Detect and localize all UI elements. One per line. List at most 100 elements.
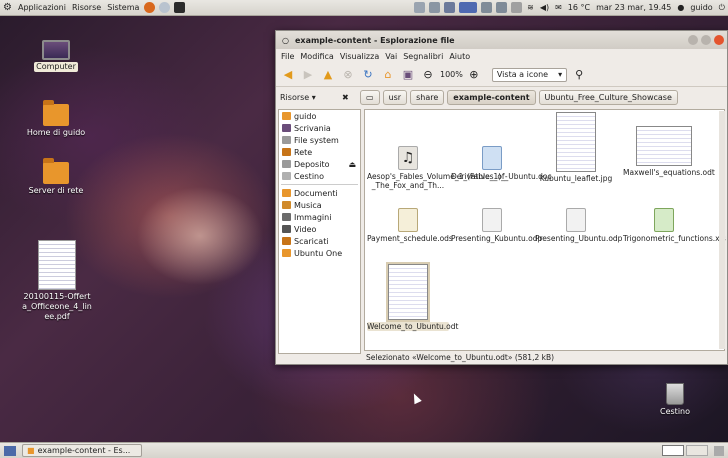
back-arrow-icon[interactable]: ◀ (280, 67, 296, 83)
desktop-icon-pdf[interactable]: 20100115-Offerta_Officeone_4_linee.pdf (20, 240, 94, 322)
trash-icon (282, 172, 291, 180)
computer-icon[interactable]: ▣ (400, 67, 416, 83)
mail-icon[interactable]: ✉ (552, 3, 565, 12)
weather-temperature[interactable]: 16 °C (565, 3, 593, 12)
wifi-icon[interactable]: ≋ (524, 3, 537, 12)
menu-risorse[interactable]: Risorse (69, 3, 104, 12)
search-icon[interactable] (429, 2, 441, 13)
sidebar-item-scrivania[interactable]: Scrivania (279, 122, 360, 134)
file-item[interactable]: Presenting_Kubuntu.odp (451, 208, 542, 243)
menu-aiuto[interactable]: Aiuto (446, 52, 473, 61)
minimize-button[interactable] (688, 35, 698, 45)
menubar: File Modifica Visualizza Vai Segnalibri … (276, 49, 727, 63)
menu-sistema[interactable]: Sistema (104, 3, 142, 12)
firefox-icon[interactable] (144, 2, 156, 13)
file-item[interactable]: Payment_schedule.ods (367, 208, 453, 243)
ubuntu-logo-icon[interactable]: ⚙ (0, 2, 15, 13)
sidebar-item-documenti[interactable]: Documenti (279, 187, 360, 199)
sidebar-item-label: Rete (294, 147, 313, 157)
notes-icon[interactable] (414, 2, 426, 13)
reload-icon[interactable]: ↻ (360, 67, 376, 83)
path-toggle-button[interactable]: ▭ (360, 89, 380, 105)
workspace-icon[interactable] (481, 2, 493, 13)
help-icon[interactable] (159, 2, 171, 13)
desktop-icon-home[interactable]: Home di guido (21, 100, 91, 138)
path-button-example-content[interactable]: example-content (447, 89, 536, 105)
close-sidebar-icon[interactable]: ✖ (342, 93, 360, 102)
desktop-icon-computer[interactable]: Computer (21, 40, 91, 72)
forward-arrow-icon[interactable]: ▶ (300, 67, 316, 83)
desktop-icon-trash[interactable]: Cestino (640, 383, 710, 417)
maximize-button[interactable] (701, 35, 711, 45)
desktop-icon-network[interactable]: Server di rete (21, 158, 91, 196)
path-button-share[interactable]: share (410, 89, 445, 105)
eject-icon[interactable]: ⏏ (348, 160, 356, 169)
home-folder-icon (43, 100, 69, 126)
view-mode-select[interactable]: Vista a icone ▾ (491, 67, 568, 82)
pdf-thumbnail (38, 240, 76, 290)
trash-applet-icon[interactable] (714, 445, 724, 456)
status-text: Selezionato «Welcome_to_Ubuntu.odt» (581… (366, 353, 555, 362)
file-item[interactable]: Trigonometric_functions.xls (623, 208, 726, 243)
sidebar-item-video[interactable]: Video (279, 223, 360, 235)
sidebar-header[interactable]: Risorse ▾ (280, 93, 342, 102)
user-name[interactable]: guido (687, 3, 715, 12)
sidebar-item-rete[interactable]: Rete (279, 146, 360, 158)
file-item[interactable]: Presenting_Ubuntu.odp (535, 208, 623, 243)
up-arrow-icon[interactable]: ▲ (320, 67, 336, 83)
sidebar-item-guido[interactable]: guido (279, 110, 360, 122)
sidebar: guido Scrivania File system Rete Deposit… (278, 109, 361, 354)
workspace-2-button[interactable] (686, 445, 708, 456)
sidebar-item-label: File system (294, 135, 339, 145)
desktop-icon (282, 124, 291, 132)
file-name: Presenting_Ubuntu.odp (535, 234, 623, 243)
menu-segnalibri[interactable]: Segnalibri (400, 52, 446, 61)
file-item-selected[interactable]: Welcome_to_Ubuntu.odt (367, 262, 458, 331)
stop-icon[interactable]: ⊗ (340, 67, 356, 83)
terminal-icon[interactable] (174, 2, 186, 13)
network-manager-icon[interactable] (444, 2, 456, 13)
zoom-in-icon[interactable]: ⊕ (466, 67, 482, 83)
search-icon[interactable]: ⚲ (571, 67, 587, 83)
sidebar-item-immagini[interactable]: Immagini (279, 211, 360, 223)
file-item[interactable]: Maxwell's_equations.odt (623, 126, 715, 177)
taskbar-item-file-manager[interactable]: ■ example-content - Es... (22, 444, 142, 457)
sidebar-header-label: Risorse (280, 92, 310, 102)
sidebar-item-cestino[interactable]: Cestino (279, 170, 360, 182)
path-button-usr[interactable]: usr (382, 89, 408, 105)
volume-icon[interactable]: ◀) (537, 3, 552, 12)
workspace-1-button[interactable] (662, 445, 684, 456)
file-item[interactable]: ♫ Aesop's_Fables_Volume_1_(Fable_1)_-_Th… (367, 146, 508, 190)
downloads-folder-icon (282, 237, 291, 245)
close-button[interactable] (714, 35, 724, 45)
home-icon[interactable]: ⌂ (380, 67, 396, 83)
menu-applicazioni[interactable]: Applicazioni (15, 3, 69, 12)
sidebar-item-scaricati[interactable]: Scaricati (279, 235, 360, 247)
pictures-folder-icon (282, 213, 291, 221)
power-icon[interactable]: ⏻ (716, 3, 728, 13)
path-button-ubuntu-free-culture-showcase[interactable]: Ubuntu_Free_Culture_Showcase (538, 89, 678, 105)
display-icon[interactable] (459, 2, 478, 13)
menu-modifica[interactable]: Modifica (297, 52, 336, 61)
zoom-out-icon[interactable]: ⊖ (420, 67, 436, 83)
clock[interactable]: mar 23 mar, 19.45 (593, 3, 674, 12)
window-titlebar[interactable]: ○ example-content - Esplorazione file (276, 31, 727, 49)
file-item[interactable]: Derivatives_of_Ubuntu.doc (451, 146, 552, 181)
sidebar-item-deposito[interactable]: Deposito ⏏ (279, 158, 360, 170)
workspace-2-icon[interactable] (496, 2, 508, 13)
menu-vai[interactable]: Vai (382, 52, 400, 61)
file-name: Payment_schedule.ods (367, 234, 453, 243)
sidebar-item-ubuntu-one[interactable]: Ubuntu One (279, 247, 360, 259)
user-icon[interactable]: ● (674, 3, 687, 12)
file-name: Trigonometric_functions.xls (623, 234, 726, 243)
sidebar-item-label: Scrivania (294, 123, 331, 133)
sidebar-item-filesystem[interactable]: File system (279, 134, 360, 146)
vertical-scrollbar[interactable] (719, 111, 725, 349)
file-item[interactable]: Kubuntu_leaflet.jpg (535, 112, 617, 183)
sidebar-item-musica[interactable]: Musica (279, 199, 360, 211)
show-desktop-icon[interactable] (4, 445, 16, 456)
sidebar-item-label: Scaricati (294, 236, 329, 246)
clipboard-icon[interactable] (511, 2, 523, 13)
menu-visualizza[interactable]: Visualizza (337, 52, 382, 61)
menu-file[interactable]: File (278, 52, 297, 61)
